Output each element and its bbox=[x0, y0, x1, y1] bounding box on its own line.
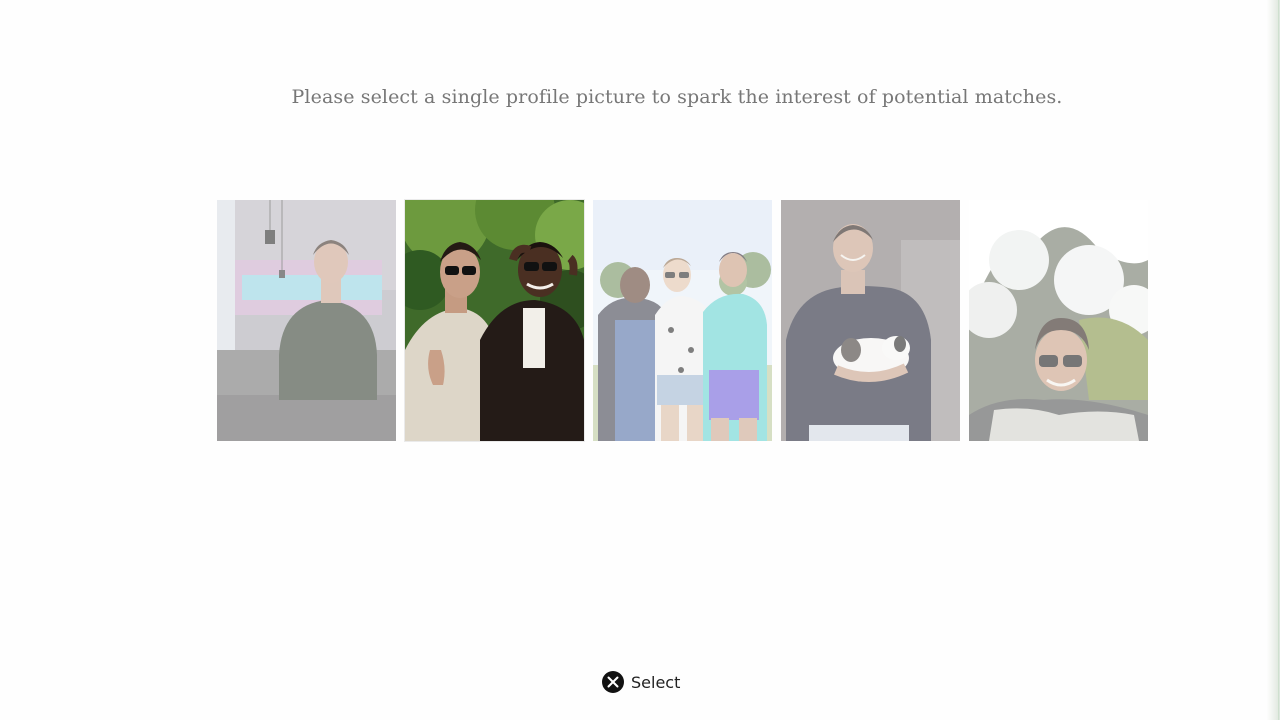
instruction-text: Please select a single profile picture t… bbox=[291, 86, 1063, 108]
photo-festival-group[interactable] bbox=[593, 200, 772, 441]
select-prompt[interactable]: Select bbox=[602, 671, 680, 693]
photo-carousel bbox=[217, 200, 1148, 441]
cross-button-icon bbox=[602, 671, 624, 693]
photo-holding-puppy[interactable] bbox=[781, 200, 960, 441]
select-label: Select bbox=[631, 672, 681, 692]
profile-picture-select-screen: Please select a single profile picture t… bbox=[0, 0, 1280, 720]
photo-mountain-selfie[interactable] bbox=[969, 200, 1148, 441]
photo-sunglasses-friends[interactable] bbox=[405, 200, 584, 441]
photo-cafe-portrait[interactable] bbox=[217, 200, 396, 441]
right-edge-line bbox=[1278, 0, 1279, 720]
